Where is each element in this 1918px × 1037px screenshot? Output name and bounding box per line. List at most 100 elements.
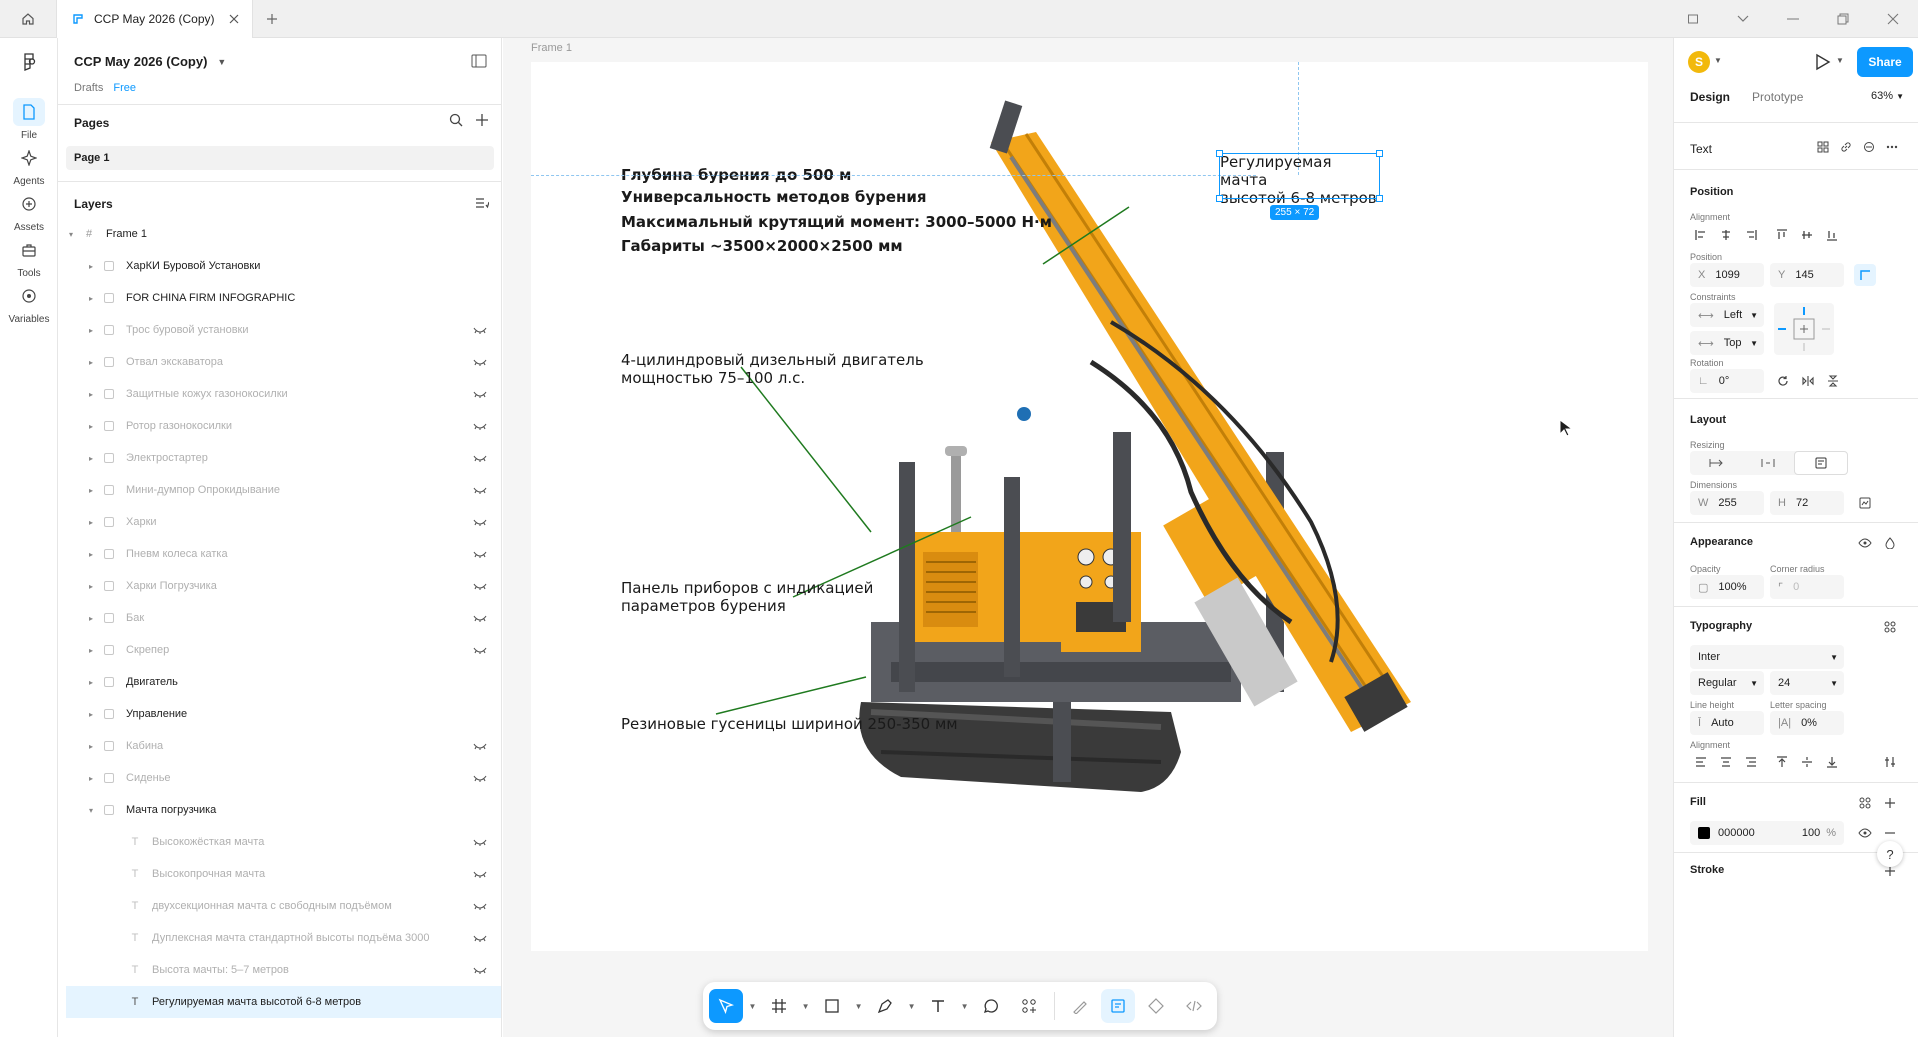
zoom-menu[interactable]: 63% ▼ [1871, 90, 1904, 102]
layer-text-item[interactable]: T Регулируемая мачта высотой 6-8 метров [66, 986, 501, 1018]
tablet-icon[interactable] [1668, 0, 1718, 38]
fill-visibility-eye-icon[interactable] [1854, 822, 1876, 844]
text-align-center-icon[interactable] [1715, 751, 1737, 773]
rotation-input[interactable]: ∟ 0° [1690, 369, 1764, 393]
chevron-right-icon[interactable]: ▸ [86, 774, 96, 783]
pen-tool-button[interactable] [868, 989, 902, 1023]
width-input[interactable]: W 255 [1690, 491, 1764, 515]
layer-group-item[interactable]: ▾ Мачта погрузчика [58, 794, 501, 826]
spec-drilling-methods[interactable]: Универсальность методов бурения [621, 188, 927, 206]
chevron-right-icon[interactable]: ▸ [86, 358, 96, 367]
align-right-icon[interactable] [1740, 224, 1762, 246]
selection-box[interactable] [1216, 150, 1383, 202]
layer-group-item[interactable]: ▸ Отвал экскаватора [58, 346, 501, 378]
tab-prototype[interactable]: Prototype [1752, 90, 1803, 104]
hidden-eye-icon[interactable] [470, 582, 490, 590]
align-middle-v-icon[interactable] [1796, 224, 1818, 246]
chevron-down-icon[interactable]: ▼ [1836, 56, 1844, 65]
rail-item-file[interactable]: File [0, 98, 58, 141]
design-mode-button[interactable] [1101, 989, 1135, 1023]
chevron-down-icon[interactable]: ▼ [959, 1002, 970, 1011]
layer-group-item[interactable]: ▸ ХарКИ Буровой Установки [58, 250, 501, 282]
spec-dimensions[interactable]: Габариты ~3500×2000×2500 мм [621, 237, 903, 255]
chevron-right-icon[interactable]: ▸ [86, 710, 96, 719]
close-window-icon[interactable] [1868, 0, 1918, 38]
align-top-icon[interactable] [1771, 224, 1793, 246]
frame-label[interactable]: Frame 1 [531, 42, 572, 54]
hidden-eye-icon[interactable] [470, 614, 490, 622]
new-tab-icon[interactable] [262, 10, 282, 28]
hidden-eye-icon[interactable] [470, 742, 490, 750]
text-align-bottom-icon[interactable] [1821, 751, 1843, 773]
add-fill-icon[interactable] [1879, 792, 1901, 814]
share-button[interactable]: Share [1857, 47, 1913, 77]
layer-frame[interactable]: ▾ # Frame 1 [58, 218, 501, 250]
hidden-eye-icon[interactable] [470, 966, 490, 974]
chevron-down-icon[interactable]: ▾ [66, 230, 76, 239]
page-item[interactable]: Page 1 [66, 146, 494, 170]
chevron-right-icon[interactable]: ▸ [86, 390, 96, 399]
layer-group-item[interactable]: ▸ Электростартер [58, 442, 501, 474]
hidden-eye-icon[interactable] [470, 358, 490, 366]
hidden-eye-icon[interactable] [470, 646, 490, 654]
help-button[interactable]: ? [1877, 841, 1903, 867]
add-page-icon[interactable] [475, 113, 489, 130]
hidden-eye-icon[interactable] [470, 422, 490, 430]
absolute-position-icon[interactable] [1854, 264, 1876, 286]
layer-group-item[interactable]: ▸ Скрепер [58, 634, 501, 666]
font-size-select[interactable]: 24 ▼ [1770, 671, 1844, 695]
callout-tracks[interactable]: Резиновые гусеницы шириной 250-350 мм [621, 715, 958, 733]
layer-text-item[interactable]: T Дуплексная мачта стандартной высоты под… [58, 922, 501, 954]
layer-text-item[interactable]: T Высота мачты: 5–7 метров [58, 954, 501, 986]
hidden-eye-icon[interactable] [470, 934, 490, 942]
close-tab-icon[interactable] [226, 11, 242, 27]
align-center-h-icon[interactable] [1715, 224, 1737, 246]
hidden-eye-icon[interactable] [470, 838, 490, 846]
chevron-down-icon[interactable]: ▼ [1714, 56, 1722, 65]
layer-text-item[interactable]: T Высокопрочная мачта [58, 858, 501, 890]
resize-handle-sw[interactable] [1216, 195, 1223, 202]
design-canvas[interactable]: Frame 1 Глубина бурения до 500 м Универс… [503, 38, 1673, 1037]
hidden-eye-icon[interactable] [470, 454, 490, 462]
chevron-right-icon[interactable]: ▸ [86, 262, 96, 271]
font-family-select[interactable]: Inter ▼ [1690, 645, 1844, 669]
chevron-right-icon[interactable]: ▸ [86, 582, 96, 591]
style-grid-icon[interactable] [1854, 792, 1876, 814]
figma-logo-icon[interactable] [19, 52, 39, 72]
dev-mode-button[interactable] [1177, 989, 1211, 1023]
typography-settings-icon[interactable] [1879, 616, 1901, 638]
resize-auto-height-button[interactable] [1794, 451, 1848, 475]
hidden-eye-icon[interactable] [470, 774, 490, 782]
dimensions-settings-icon[interactable] [1854, 492, 1876, 514]
spec-torque[interactable]: Максимальный крутящий момент: 3000–5000 … [621, 213, 1052, 231]
layer-group-item[interactable]: ▸ Двигатель [58, 666, 501, 698]
resize-handle-ne[interactable] [1376, 150, 1383, 157]
layer-group-item[interactable]: ▸ Кабина [58, 730, 501, 762]
file-tab[interactable]: CCP May 2026 (Copy) [56, 0, 253, 38]
draw-mode-button[interactable] [1063, 989, 1097, 1023]
text-align-top-icon[interactable] [1771, 751, 1793, 773]
fill-swatch[interactable] [1698, 827, 1710, 839]
layer-group-item[interactable]: ▸ Бак [58, 602, 501, 634]
y-position-input[interactable]: Y 145 [1770, 263, 1844, 287]
hidden-eye-icon[interactable] [470, 390, 490, 398]
hidden-eye-icon[interactable] [470, 550, 490, 558]
avatar[interactable]: S [1688, 51, 1710, 73]
drafts-link[interactable]: Drafts [74, 82, 103, 94]
plan-badge[interactable]: Free [113, 82, 136, 94]
resize-fixed-width-button[interactable] [1690, 451, 1742, 475]
file-name-menu[interactable]: CCP May 2026 (Copy) ▼ [74, 54, 226, 69]
layer-text-item[interactable]: Tдвухсекционная мачта с свободным подъём… [58, 890, 501, 922]
rail-item-assets[interactable]: Assets [0, 190, 58, 233]
hidden-eye-icon[interactable] [470, 486, 490, 494]
more-icon[interactable] [1881, 136, 1903, 158]
home-icon[interactable] [16, 9, 40, 29]
hidden-eye-icon[interactable] [470, 870, 490, 878]
chevron-right-icon[interactable]: ▸ [86, 550, 96, 559]
eye-icon[interactable] [1854, 532, 1876, 554]
chevron-down-icon[interactable]: ▼ [906, 1002, 917, 1011]
actions-tool-button[interactable] [1012, 989, 1046, 1023]
layer-group-item[interactable]: ▸ Сиденье [58, 762, 501, 794]
grid-icon[interactable] [1812, 136, 1834, 158]
chevron-right-icon[interactable]: ▸ [86, 422, 96, 431]
